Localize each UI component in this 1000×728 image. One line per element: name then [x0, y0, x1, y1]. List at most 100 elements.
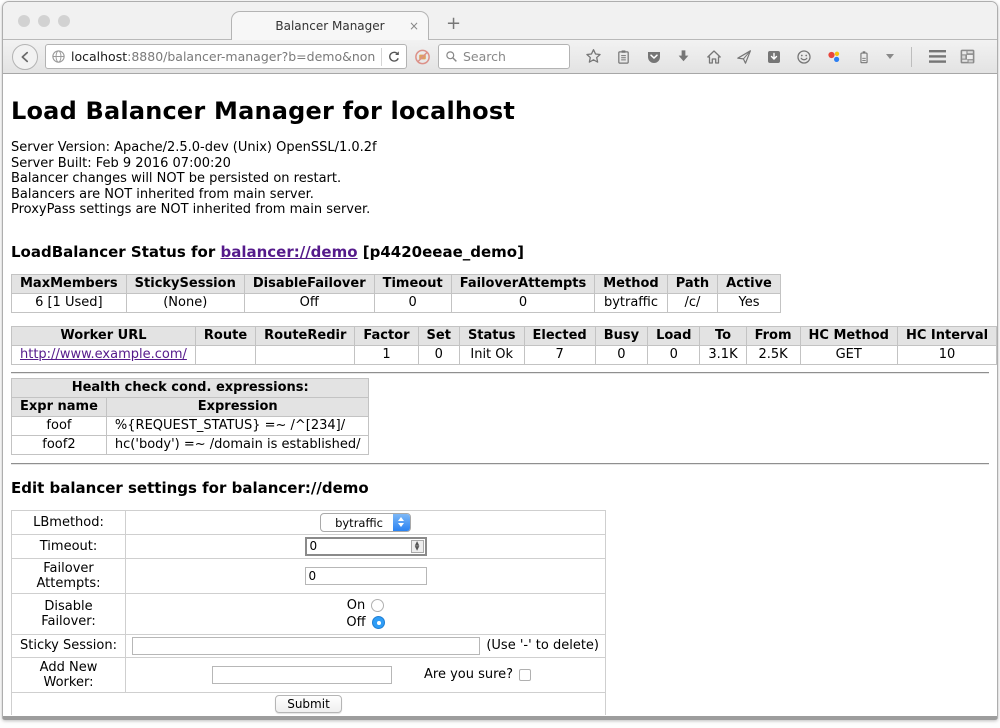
blocked-plugin-button[interactable]	[414, 48, 431, 65]
add-worker-input[interactable]	[212, 666, 392, 684]
col-set: Set	[418, 326, 459, 345]
col-busy: Busy	[595, 326, 647, 345]
cell-expression: %{REQUEST_STATUS} =~ /^[234]/	[106, 416, 369, 435]
send-extension-button[interactable]	[735, 48, 752, 65]
cell-hc-method: GET	[800, 345, 897, 364]
balancer-demo-link[interactable]: balancer://demo	[220, 243, 357, 261]
caret-down-icon	[886, 54, 894, 59]
failover-attempts-input[interactable]	[305, 567, 427, 585]
download-arrow-icon	[676, 49, 691, 64]
col-stickysession: StickySession	[126, 274, 244, 293]
cell-disablefailover: Off	[244, 293, 374, 312]
cell-expression: hc('body') =~ /domain is established/	[106, 435, 369, 454]
save-extension-button[interactable]	[765, 48, 782, 65]
cell-method: bytraffic	[595, 293, 667, 312]
url-text[interactable]: localhost:8880/balancer-manager?b=demo&n…	[71, 49, 376, 64]
tab-title: Balancer Manager	[275, 19, 384, 33]
cell-status: Init Ok	[459, 345, 524, 364]
url-bar[interactable]: localhost:8880/balancer-manager?b=demo&n…	[45, 44, 407, 69]
table-header-row: Expr name Expression	[12, 397, 369, 416]
col-method: Method	[595, 274, 667, 293]
worker-url-link[interactable]: http://www.example.com/	[20, 347, 187, 362]
server-version-line: Server Version: Apache/2.5.0-dev (Unix) …	[11, 140, 997, 156]
palette-extension-button[interactable]	[825, 48, 842, 65]
server-built-line: Server Built: Feb 9 2016 07:00:20	[11, 156, 997, 172]
url-divider	[381, 48, 382, 66]
navigation-toolbar: localhost:8880/balancer-manager?b=demo&n…	[3, 40, 997, 74]
cell-routeredir	[256, 345, 355, 364]
search-bar[interactable]: Search	[438, 44, 570, 69]
table-header-row: MaxMembers StickySession DisableFailover…	[12, 274, 781, 293]
failover-attempts-label: Failover Attempts:	[12, 558, 126, 593]
disable-failover-row: Disable Failover: On Off	[12, 593, 606, 634]
cell-worker-url: http://www.example.com/	[12, 345, 196, 364]
sticky-session-input[interactable]	[132, 637, 480, 655]
sticky-session-label: Sticky Session:	[12, 634, 126, 657]
disable-failover-off-radio[interactable]	[372, 616, 385, 629]
url-path: :8880/balancer-manager?b=demo&nonce=decc…	[127, 49, 376, 64]
col-from: From	[746, 326, 800, 345]
lbmethod-row: LBmethod: bytraffic	[12, 510, 606, 534]
lbmethod-selected-value: bytraffic	[321, 514, 393, 531]
sticky-session-row: Sticky Session: (Use '-' to delete)	[12, 634, 606, 657]
persist-note-line: Balancer changes will NOT be persisted o…	[11, 171, 997, 187]
bookmark-star-button[interactable]	[585, 48, 602, 65]
minimize-window-button[interactable]	[38, 15, 50, 27]
tab-close-icon[interactable]: ×	[409, 19, 419, 33]
health-row: foof %{REQUEST_STATUS} =~ /^[234]/	[12, 416, 369, 435]
overflow-caret-button[interactable]	[885, 48, 894, 65]
apps-extension-button[interactable]	[959, 48, 976, 65]
submit-button[interactable]: Submit	[275, 695, 342, 713]
cell-expr-name: foof	[12, 416, 107, 435]
are-you-sure-checkbox[interactable]	[519, 669, 531, 681]
back-icon	[18, 50, 32, 64]
health-check-table: Health check cond. expressions: Expr nam…	[11, 378, 369, 455]
downloads-button[interactable]	[675, 48, 692, 65]
search-placeholder: Search	[463, 49, 506, 64]
battery-extension-button[interactable]	[855, 48, 872, 65]
number-spinner-icon[interactable]: ▲▼	[411, 540, 424, 553]
col-hc-method: HC Method	[800, 326, 897, 345]
globe-icon	[51, 49, 66, 64]
pocket-button[interactable]	[645, 48, 662, 65]
section-divider	[11, 463, 989, 465]
lbmethod-select[interactable]: bytraffic	[320, 513, 411, 532]
cell-set: 0	[418, 345, 459, 364]
close-window-button[interactable]	[18, 15, 30, 27]
are-you-sure-label: Are you sure?	[424, 667, 513, 682]
zoom-window-button[interactable]	[58, 15, 70, 27]
color-dots-icon	[826, 49, 842, 65]
col-hc-interval: HC Interval	[897, 326, 996, 345]
proxypass-note-line: ProxyPass settings are NOT inherited fro…	[11, 202, 997, 218]
bookmark-star-icon	[585, 48, 602, 65]
disable-failover-on-radio[interactable]	[371, 599, 384, 612]
failover-attempts-row: Failover Attempts:	[12, 558, 606, 593]
cell-expr-name: foof2	[12, 435, 107, 454]
screenshot: Balancer Manager × + localhost:8880/bala…	[0, 0, 1000, 728]
balancer-status-table: MaxMembers StickySession DisableFailover…	[11, 274, 781, 313]
window-controls[interactable]	[18, 15, 70, 27]
timeout-input[interactable]	[305, 537, 427, 556]
toolbar-icons	[585, 47, 976, 67]
table-row: 6 [1 Used] (None) Off 0 0 bytraffic /c/ …	[12, 293, 781, 312]
new-tab-button[interactable]: +	[446, 13, 461, 34]
status-heading-prefix: LoadBalancer Status for	[11, 243, 220, 261]
back-button[interactable]	[12, 44, 38, 70]
submit-row: Submit	[12, 692, 606, 715]
col-timeout: Timeout	[374, 274, 451, 293]
smiley-chat-icon	[796, 49, 812, 65]
paper-plane-icon	[736, 49, 752, 65]
radio-on-label: On	[347, 598, 365, 613]
add-worker-label: Add New Worker:	[12, 657, 126, 692]
col-to: To	[700, 326, 746, 345]
reload-icon[interactable]	[387, 50, 401, 64]
save-box-icon	[766, 49, 782, 65]
menu-button[interactable]	[929, 48, 946, 65]
chat-extension-button[interactable]	[795, 48, 812, 65]
home-button[interactable]	[705, 48, 722, 65]
hamburger-menu-icon	[929, 50, 946, 63]
bookmarks-menu-button[interactable]	[615, 48, 632, 65]
tab-balancer-manager[interactable]: Balancer Manager ×	[231, 11, 429, 40]
bookmarks-list-icon	[616, 49, 631, 65]
health-title-row: Health check cond. expressions:	[12, 378, 369, 397]
